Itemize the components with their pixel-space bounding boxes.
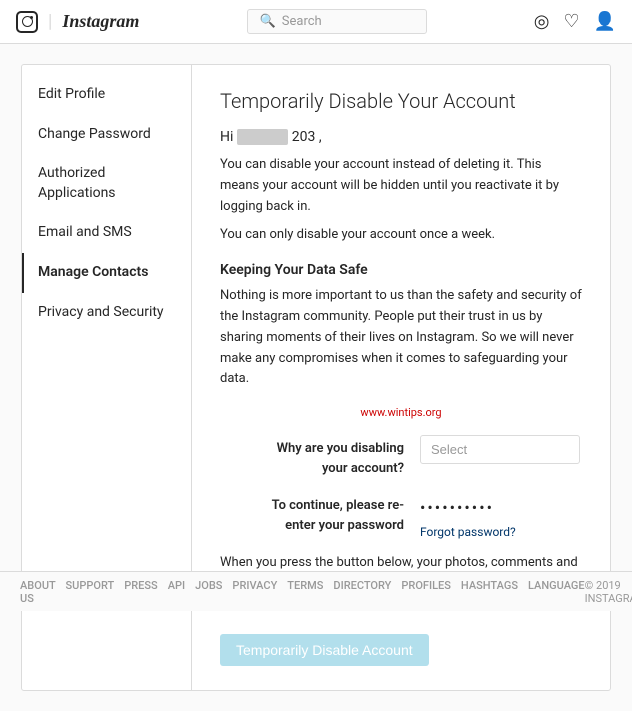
instagram-logo-icon (16, 11, 38, 33)
sidebar-item-manage-contacts[interactable]: Manage Contacts (22, 253, 191, 293)
search-icon: 🔍 (260, 14, 276, 29)
header: | Instagram 🔍 Search ◎ ♡ 👤 (0, 0, 632, 44)
para2: You can only disable your account once a… (220, 225, 582, 246)
reason-control: Select I'm busy or need a break I have a… (420, 435, 582, 464)
watermark-area: Nothing is more important to us than the… (220, 286, 582, 419)
footer-about-us[interactable]: ABOUT US (20, 579, 55, 605)
sidebar-item-email-sms[interactable]: Email and SMS (22, 213, 191, 253)
section-title: Keeping Your Data Safe (220, 262, 582, 278)
greeting: Hi b--------t 203 , (220, 129, 582, 145)
footer-language[interactable]: LANGUAGE (528, 579, 585, 605)
footer-links: ABOUT US SUPPORT PRESS API JOBS PRIVACY … (20, 579, 585, 605)
header-icons: ◎ ♡ 👤 (534, 11, 616, 32)
heart-icon[interactable]: ♡ (563, 11, 579, 32)
sidebar-item-authorized-apps[interactable]: Authorized Applications (22, 154, 191, 213)
reason-label: Why are you disablingyour account? (220, 435, 420, 478)
footer-directory[interactable]: DIRECTORY (333, 579, 391, 605)
sidebar-item-privacy-security[interactable]: Privacy and Security (22, 293, 191, 333)
search-bar[interactable]: 🔍 Search (247, 9, 427, 34)
watermark-text: www.wintips.org (220, 406, 582, 419)
password-label: To continue, please re-enter your passwo… (220, 492, 420, 535)
reason-row: Why are you disablingyour account? Selec… (220, 435, 582, 478)
reason-select[interactable]: Select I'm busy or need a break I have a… (420, 435, 580, 464)
compass-icon[interactable]: ◎ (534, 11, 550, 32)
sidebar-item-change-password[interactable]: Change Password (22, 115, 191, 155)
username-blurred: b--------t (237, 129, 288, 145)
instagram-wordmark: Instagram (62, 11, 139, 32)
para1: You can disable your account instead of … (220, 155, 582, 217)
red-arrow-icon: ↘ (609, 433, 610, 466)
footer-press[interactable]: PRESS (124, 579, 157, 605)
user-icon[interactable]: 👤 (594, 11, 616, 32)
select-wrapper: Select I'm busy or need a break I have a… (420, 435, 582, 464)
password-dots: •••••••••• (420, 492, 582, 523)
footer-profiles[interactable]: PROFILES (401, 579, 451, 605)
red-arrow-indicator: ↘ (609, 436, 610, 464)
footer-api[interactable]: API (168, 579, 185, 605)
disable-account-button[interactable]: Temporarily Disable Account (220, 634, 429, 666)
footer-jobs[interactable]: JOBS (195, 579, 222, 605)
footer-terms[interactable]: TERMS (287, 579, 323, 605)
header-divider: | (48, 11, 52, 32)
footer-copyright: © 2019 INSTAGRAM (585, 579, 632, 605)
footer: ABOUT US SUPPORT PRESS API JOBS PRIVACY … (0, 571, 632, 611)
footer-hashtags[interactable]: HASHTAGS (461, 579, 518, 605)
greeting-prefix: Hi (220, 129, 233, 145)
sidebar-item-edit-profile[interactable]: Edit Profile (22, 75, 191, 115)
password-control: •••••••••• Forgot password? (420, 492, 582, 539)
page-title: Temporarily Disable Your Account (220, 89, 582, 113)
footer-support[interactable]: SUPPORT (65, 579, 114, 605)
greeting-suffix: 203 , (292, 129, 322, 145)
search-placeholder: Search (282, 14, 322, 29)
section-para: Nothing is more important to us than the… (220, 286, 582, 390)
footer-privacy[interactable]: PRIVACY (232, 579, 277, 605)
forgot-password-link[interactable]: Forgot password? (420, 525, 582, 539)
header-left: | Instagram (16, 11, 139, 33)
password-row: To continue, please re-enter your passwo… (220, 492, 582, 539)
